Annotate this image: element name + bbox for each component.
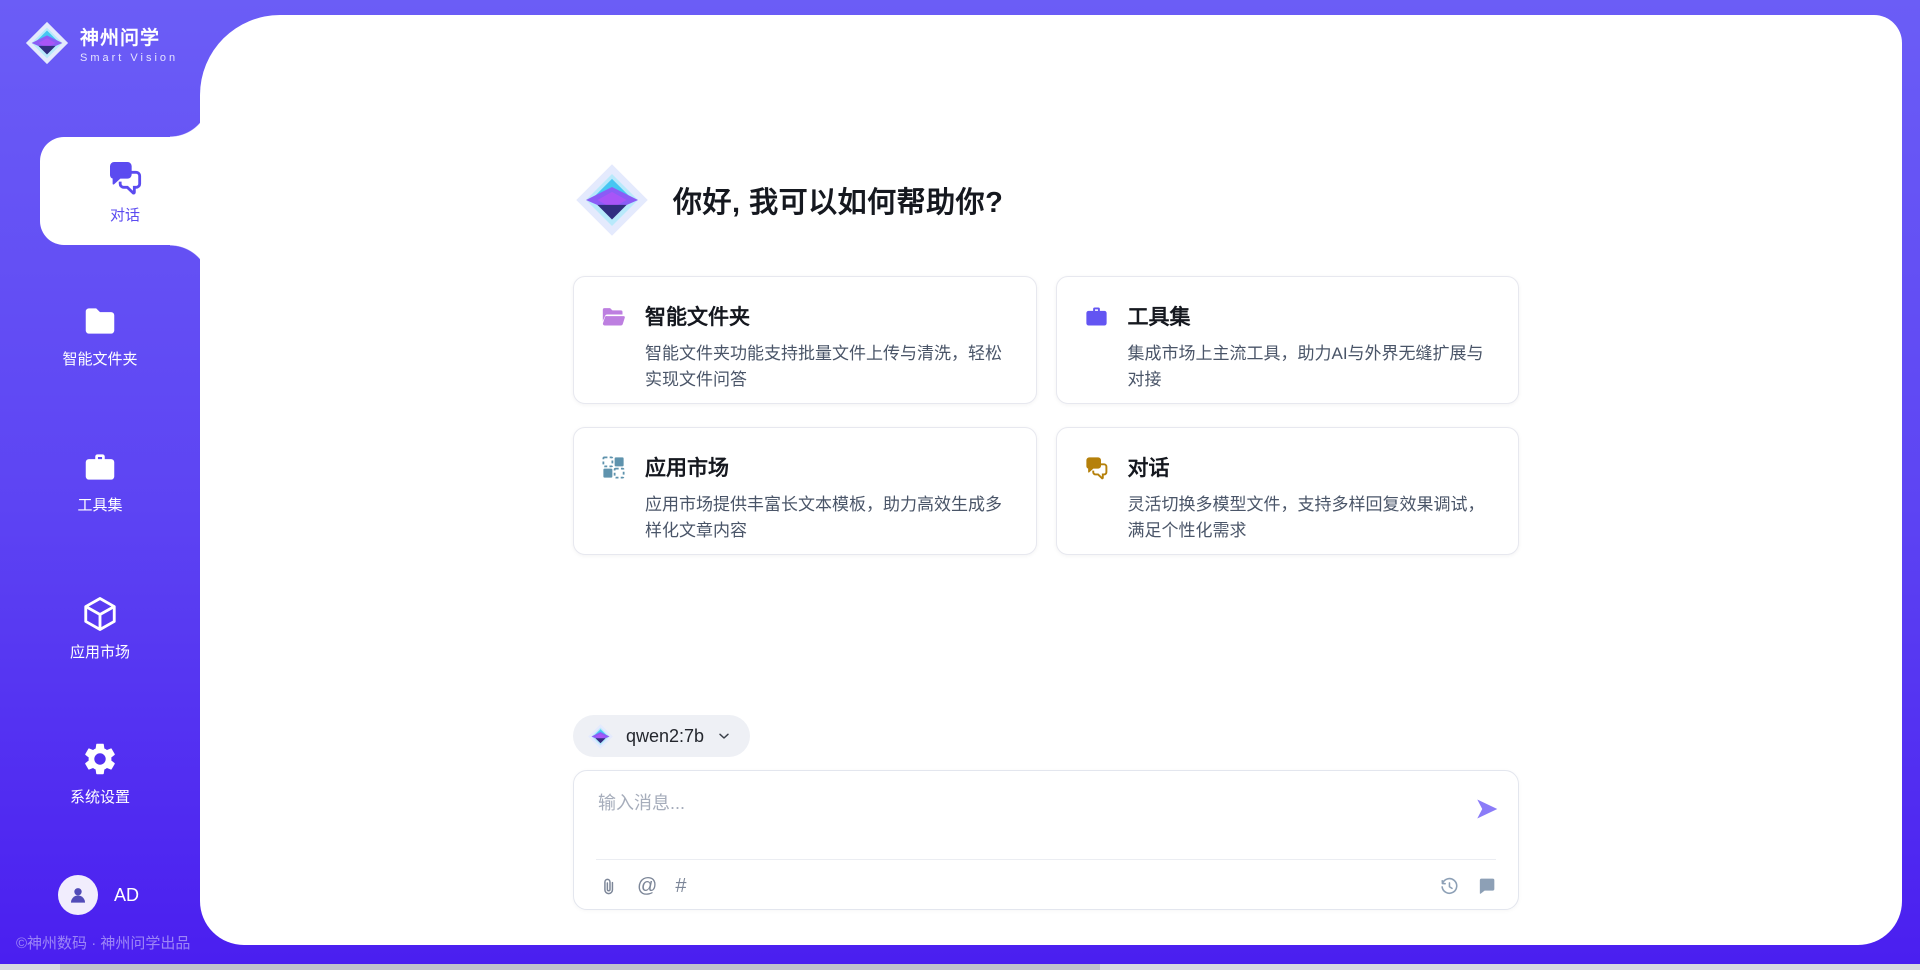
card-description: 集成市场上主流工具，助力AI与外界无缝扩展与对接 — [1128, 341, 1495, 393]
user-profile[interactable]: AD — [58, 875, 139, 915]
feature-card-smart-folders[interactable]: 智能文件夹 智能文件夹功能支持批量文件上传与清洗，轻松实现文件问答 — [573, 276, 1037, 404]
brand: 神州问学 Smart Vision — [24, 20, 178, 66]
feature-card-toolset[interactable]: 工具集 集成市场上主流工具，助力AI与外界无缝扩展与对接 — [1056, 276, 1520, 404]
hashtag-button[interactable]: # — [675, 875, 686, 898]
feature-card-chat[interactable]: 对话 灵活切换多模型文件，支持多样回复效果调试，满足个性化需求 — [1056, 427, 1520, 555]
card-description: 智能文件夹功能支持批量文件上传与清洗，轻松实现文件问答 — [645, 341, 1012, 393]
greeting-text: 你好, 我可以如何帮助你? — [673, 179, 1003, 221]
history-icon — [1438, 875, 1460, 897]
chat-bubbles-icon — [1083, 454, 1110, 481]
send-icon — [1474, 796, 1500, 822]
sidebar-item-label: 工具集 — [77, 494, 122, 515]
feature-card-app-market[interactable]: 应用市场 应用市场提供丰富长文本模板，助力高效生成多样化文章内容 — [573, 427, 1037, 555]
card-body: 工具集 集成市场上主流工具，助力AI与外界无缝扩展与对接 — [1128, 301, 1495, 403]
brand-text: 神州问学 Smart Vision — [80, 23, 178, 64]
model-selector[interactable]: qwen2:7b — [573, 715, 750, 757]
sidebar-item-label: 系统设置 — [70, 786, 130, 807]
brand-logo-icon — [24, 20, 70, 66]
avatar — [58, 875, 98, 915]
copyright: ©神州数码 · 神州问学出品 — [16, 932, 190, 953]
composer-toolbar: @ # — [598, 869, 1498, 903]
folder-icon — [81, 302, 119, 340]
grid-icon — [600, 454, 627, 481]
card-body: 智能文件夹 智能文件夹功能支持批量文件上传与清洗，轻松实现文件问答 — [645, 301, 1012, 403]
scrollbar-thumb[interactable] — [60, 964, 1100, 970]
card-body: 对话 灵活切换多模型文件，支持多样回复效果调试，满足个性化需求 — [1128, 452, 1495, 554]
app-root: 神州问学 Smart Vision 对话 智能文件夹 工具集 应用市场 系统设置 — [0, 0, 1920, 970]
chat-bubbles-icon — [105, 157, 145, 197]
person-icon — [65, 882, 91, 908]
sidebar-item-app-market[interactable]: 应用市场 — [0, 595, 200, 662]
chevron-down-icon — [716, 728, 732, 744]
toolbox-icon — [81, 448, 119, 486]
toolbox-icon — [1083, 303, 1110, 330]
sidebar-item-label: 应用市场 — [70, 641, 130, 662]
card-title: 对话 — [1128, 452, 1495, 482]
card-title: 智能文件夹 — [645, 301, 1012, 331]
user-initials: AD — [114, 885, 139, 906]
sidebar-item-settings[interactable]: 系统设置 — [0, 740, 200, 807]
brand-name: 神州问学 — [80, 23, 178, 50]
card-title: 应用市场 — [645, 452, 1012, 482]
assistant-logo-icon — [573, 161, 651, 239]
card-title: 工具集 — [1128, 301, 1495, 331]
brand-subtitle: Smart Vision — [80, 52, 178, 64]
sidebar-item-toolset[interactable]: 工具集 — [0, 448, 200, 515]
model-logo-icon — [587, 723, 614, 750]
message-input[interactable] — [598, 789, 1438, 851]
composer: @ # — [573, 770, 1519, 910]
new-chat-button[interactable] — [1476, 875, 1498, 897]
main-panel: 你好, 我可以如何帮助你? 智能文件夹 智能文件夹功能支持批量文件上传与清洗，轻… — [200, 15, 1902, 945]
toolbar-right — [1438, 875, 1498, 897]
greeting: 你好, 我可以如何帮助你? — [573, 161, 1003, 239]
attach-file-button[interactable] — [598, 876, 619, 897]
composer-divider — [596, 859, 1496, 860]
paperclip-icon — [598, 876, 619, 897]
mention-button[interactable]: @ — [637, 875, 657, 898]
send-button[interactable] — [1472, 795, 1502, 825]
sidebar: 神州问学 Smart Vision 对话 智能文件夹 工具集 应用市场 系统设置 — [0, 0, 200, 970]
sidebar-item-smart-folders[interactable]: 智能文件夹 — [0, 302, 200, 369]
folder-open-icon — [600, 303, 627, 330]
horizontal-scrollbar[interactable] — [0, 964, 1920, 970]
chat-square-icon — [1476, 875, 1498, 897]
history-button[interactable] — [1438, 875, 1460, 897]
sidebar-item-label: 对话 — [110, 204, 140, 225]
model-name: qwen2:7b — [626, 726, 704, 747]
sidebar-item-chat[interactable]: 对话 — [40, 137, 210, 245]
sidebar-item-label: 智能文件夹 — [62, 348, 137, 369]
card-description: 应用市场提供丰富长文本模板，助力高效生成多样化文章内容 — [645, 492, 1012, 544]
feature-cards: 智能文件夹 智能文件夹功能支持批量文件上传与清洗，轻松实现文件问答 工具集 集成… — [573, 276, 1519, 555]
card-description: 灵活切换多模型文件，支持多样回复效果调试，满足个性化需求 — [1128, 492, 1495, 544]
card-body: 应用市场 应用市场提供丰富长文本模板，助力高效生成多样化文章内容 — [645, 452, 1012, 554]
gear-icon — [81, 740, 119, 778]
cube-icon — [81, 595, 119, 633]
